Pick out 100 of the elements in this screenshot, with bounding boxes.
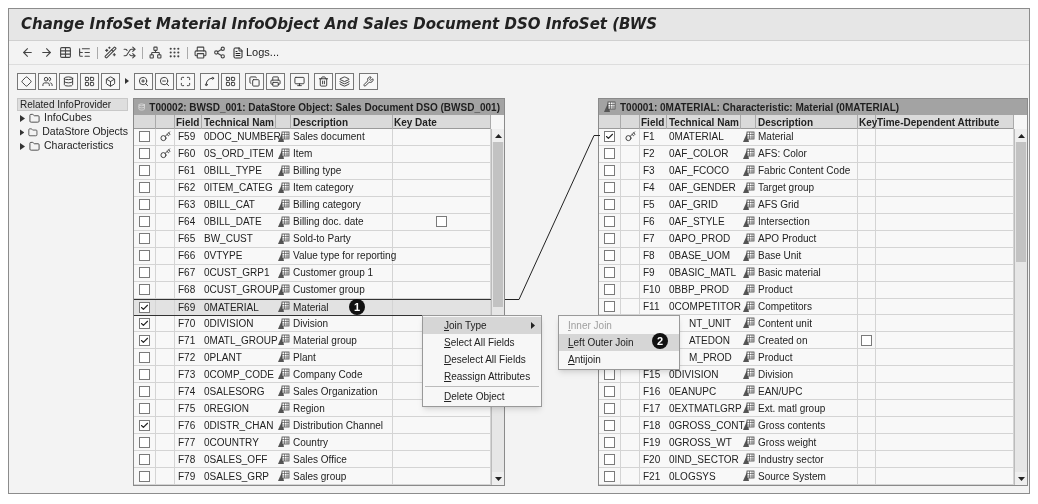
toolbar-button[interactable]	[245, 72, 264, 90]
table-row[interactable]: F1 0MATERIAL Material	[599, 129, 1014, 146]
checkbox[interactable]	[604, 470, 615, 482]
tree-item[interactable]: DataStore Objects	[17, 125, 128, 139]
table-row[interactable]: F21 0LOGSYS Source System	[599, 468, 1014, 485]
toolbar-button[interactable]	[335, 72, 354, 90]
table-cell-text: 0BILL_DATE	[204, 215, 262, 230]
checkbox[interactable]	[604, 182, 615, 194]
database-icon	[138, 102, 146, 112]
checkbox[interactable]	[604, 284, 615, 296]
toolbar-button[interactable]	[359, 72, 378, 90]
checkbox[interactable]	[604, 165, 615, 177]
checkbox[interactable]	[139, 470, 150, 482]
table-row[interactable]: F20 0IND_SECTOR Industry sector	[599, 451, 1014, 469]
checkbox[interactable]	[139, 182, 150, 194]
table-row[interactable]: F79 0SALES_GRP Sales group	[134, 468, 491, 486]
toolbar-button[interactable]	[221, 72, 240, 90]
checkbox[interactable]	[604, 233, 615, 245]
checkbox[interactable]	[139, 199, 150, 211]
logs-button[interactable]: Logs...	[232, 44, 280, 61]
users-icon	[42, 75, 53, 87]
checkbox[interactable]	[139, 334, 150, 346]
checkbox[interactable]	[139, 131, 150, 143]
checkbox[interactable]	[139, 368, 150, 380]
more-icon[interactable]	[125, 78, 129, 84]
checkbox[interactable]	[139, 301, 150, 313]
checkbox[interactable]	[139, 233, 150, 245]
checkbox[interactable]	[604, 436, 615, 448]
toolbar-button[interactable]	[266, 72, 285, 90]
tree-icon[interactable]	[78, 46, 91, 59]
table-row[interactable]: F77 0COUNTRY Country	[134, 434, 491, 452]
wand-icon[interactable]	[104, 46, 117, 59]
printer-icon[interactable]	[194, 46, 207, 59]
checkbox[interactable]	[604, 148, 615, 160]
toolbar-button[interactable]	[38, 72, 57, 90]
scroll-up-icon[interactable]	[494, 133, 502, 138]
toolbar-button[interactable]	[80, 72, 99, 90]
table-cell-text: Created on	[758, 333, 808, 348]
table-row[interactable]: F16 0EANUPC EAN/UPC	[599, 383, 1014, 401]
scroll-down-icon[interactable]	[494, 476, 502, 481]
checkbox[interactable]	[139, 318, 150, 329]
checkbox[interactable]	[604, 199, 615, 211]
shuffle-icon[interactable]	[123, 46, 136, 59]
checkbox[interactable]	[604, 216, 615, 228]
table-cell-text: Region	[293, 401, 325, 416]
table-cell-text: 0S_ORD_ITEM	[204, 147, 274, 162]
toolbar-button[interactable]	[176, 72, 195, 90]
checkbox[interactable]	[604, 385, 615, 397]
table-row[interactable]: F59 0DOC_NUMBER Sales document	[134, 129, 491, 146]
checkbox[interactable]	[139, 250, 150, 262]
checkbox[interactable]	[604, 453, 615, 465]
toolbar-button[interactable]	[314, 72, 333, 90]
table-row[interactable]: F76 0DISTR_CHAN Distribution Channel	[134, 417, 491, 435]
table-row[interactable]: F18 0GROSS_CONT Gross contents	[599, 417, 1014, 435]
table-row[interactable]: F17 0EXTMATLGRP Ext. matl group	[599, 400, 1014, 418]
checkbox[interactable]	[139, 419, 150, 431]
back-icon[interactable]	[21, 46, 34, 59]
scroll-up-icon[interactable]	[1017, 133, 1025, 138]
toolbar-button[interactable]	[290, 72, 309, 90]
scrollbar[interactable]	[1014, 129, 1027, 485]
checkbox[interactable]	[604, 402, 615, 414]
checkbox[interactable]	[604, 267, 615, 279]
checkbox[interactable]	[604, 368, 615, 380]
checkbox[interactable]	[604, 250, 615, 262]
share-icon[interactable]	[213, 46, 226, 59]
checkbox[interactable]	[139, 216, 150, 228]
checkbox[interactable]	[861, 334, 872, 346]
toolbar-button[interactable]	[17, 72, 36, 90]
table-icon[interactable]	[59, 46, 72, 59]
checkbox[interactable]	[139, 148, 150, 160]
checkbox[interactable]	[604, 131, 615, 143]
hierarchy-icon[interactable]	[149, 46, 162, 59]
checkbox[interactable]	[139, 165, 150, 177]
toolbar-button[interactable]	[134, 72, 153, 90]
checkbox[interactable]	[139, 453, 150, 465]
table-row[interactable]: F15 0DIVISION Division	[599, 366, 1014, 384]
tree-item[interactable]: Characteristics	[17, 139, 128, 153]
checkbox[interactable]	[139, 436, 150, 448]
forward-icon[interactable]	[40, 46, 53, 59]
table-cell-text: 0COUNTRY	[204, 435, 259, 450]
table-cell-text: 0VTYPE	[204, 249, 243, 264]
toolbar-button[interactable]	[155, 72, 174, 90]
checkbox[interactable]	[139, 402, 150, 414]
toolbar-button[interactable]	[101, 72, 120, 90]
checkbox[interactable]	[139, 385, 150, 397]
table-row[interactable]: F19 0GROSS_WT Gross weight	[599, 434, 1014, 452]
toolbar-button[interactable]	[200, 72, 219, 90]
checkbox[interactable]	[604, 301, 615, 312]
grip-icon[interactable]	[168, 46, 181, 59]
menu-item[interactable]: Join Type	[423, 317, 541, 334]
scroll-down-icon[interactable]	[1017, 476, 1025, 481]
checkbox[interactable]	[604, 419, 615, 431]
table-row[interactable]: F78 0SALES_OFF Sales Office	[134, 451, 491, 469]
checkbox[interactable]	[139, 284, 150, 296]
tree-item[interactable]: InfoCubes	[17, 111, 128, 125]
checkbox[interactable]	[139, 267, 150, 279]
checkbox[interactable]	[139, 351, 150, 363]
checkbox[interactable]	[436, 216, 447, 228]
toolbar-button[interactable]	[59, 72, 78, 90]
infoobject-icon	[742, 198, 755, 211]
